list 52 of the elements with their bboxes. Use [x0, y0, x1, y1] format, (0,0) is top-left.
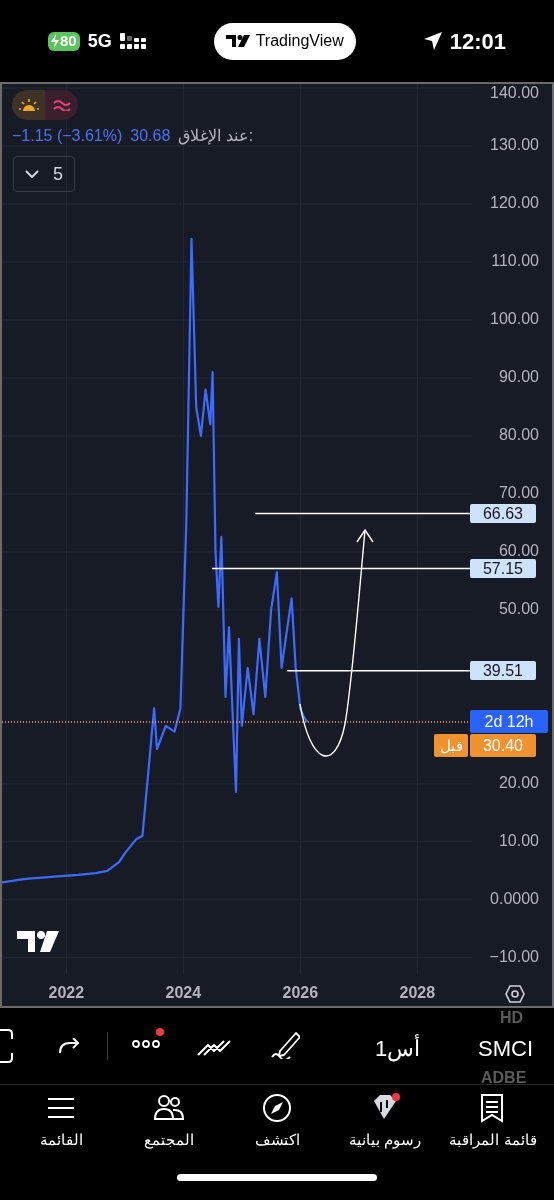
- axis-label: 0.0000: [490, 890, 539, 907]
- settings-icon[interactable]: [505, 985, 525, 1003]
- axis-label: 130.00: [490, 136, 539, 154]
- more-icon[interactable]: [132, 1028, 166, 1050]
- axis-label: 20.00: [498, 774, 539, 792]
- axis-label: 50.00: [498, 600, 539, 618]
- price-tag: 66.63: [470, 503, 536, 523]
- indicators-toggle[interactable]: 5: [13, 156, 75, 192]
- tradingview-logo-icon: [225, 35, 250, 47]
- axis-label: 140.00: [490, 84, 539, 102]
- fullscreen-icon[interactable]: [0, 1029, 14, 1063]
- redo-icon[interactable]: [58, 1038, 80, 1054]
- after-hours-button[interactable]: [45, 90, 78, 120]
- symbol-button[interactable]: SMCI: [478, 1032, 533, 1065]
- axis-label: 100.00: [490, 310, 539, 328]
- axis-label: 2022: [48, 984, 85, 1002]
- nav-tab[interactable]: القائمة: [8, 1093, 114, 1152]
- app-badge[interactable]: TradingView: [213, 22, 356, 60]
- countdown-tag: 2d 12h: [470, 709, 548, 733]
- axis-label: 120.00: [490, 194, 539, 212]
- nav-tab[interactable]: المجتمع: [116, 1093, 222, 1152]
- chart-logo-icon: [17, 931, 59, 952]
- axis-label: 110.00: [491, 252, 539, 270]
- wave-icon: [52, 99, 71, 111]
- nav-tab[interactable]: اكتشف: [224, 1093, 330, 1152]
- axis-label: 2024: [165, 984, 202, 1002]
- price-tag: 30.40: [470, 733, 536, 757]
- clock-time: 12:01: [449, 27, 506, 56]
- price-tag: 39.51: [470, 661, 536, 681]
- interval-button[interactable]: 1أس: [375, 1032, 421, 1065]
- battery-indicator: 80: [48, 31, 80, 51]
- axis-label: 60.00: [498, 542, 539, 560]
- signal-icon: [119, 31, 146, 51]
- axis-label: 80.00: [498, 426, 539, 444]
- session-tag: قبل: [434, 733, 468, 757]
- axis-label: 2028: [399, 984, 436, 1002]
- pre-market-button[interactable]: [12, 90, 45, 120]
- location-arrow-icon: [423, 32, 442, 50]
- network-label: 5G: [87, 29, 112, 53]
- price-change: −1.15 (−3.61%): [12, 126, 123, 146]
- close-price: 30.68: [130, 126, 171, 146]
- axis-label: 10.00: [498, 832, 539, 850]
- axis-label: 2026: [282, 984, 319, 1002]
- chevron-down-icon: [25, 170, 39, 178]
- axis-label: 90.00: [498, 368, 539, 386]
- axis-label: −10.00: [489, 948, 539, 965]
- close-label: عند الإغلاق:: [178, 126, 254, 147]
- nav-tab[interactable]: رسوم بيانية: [332, 1093, 438, 1152]
- axis-label: 70.00: [498, 484, 539, 502]
- price-tag: 57.15: [470, 558, 536, 578]
- sun-icon: [18, 99, 39, 111]
- nav-tab[interactable]: قائمة المراقبة: [440, 1093, 546, 1152]
